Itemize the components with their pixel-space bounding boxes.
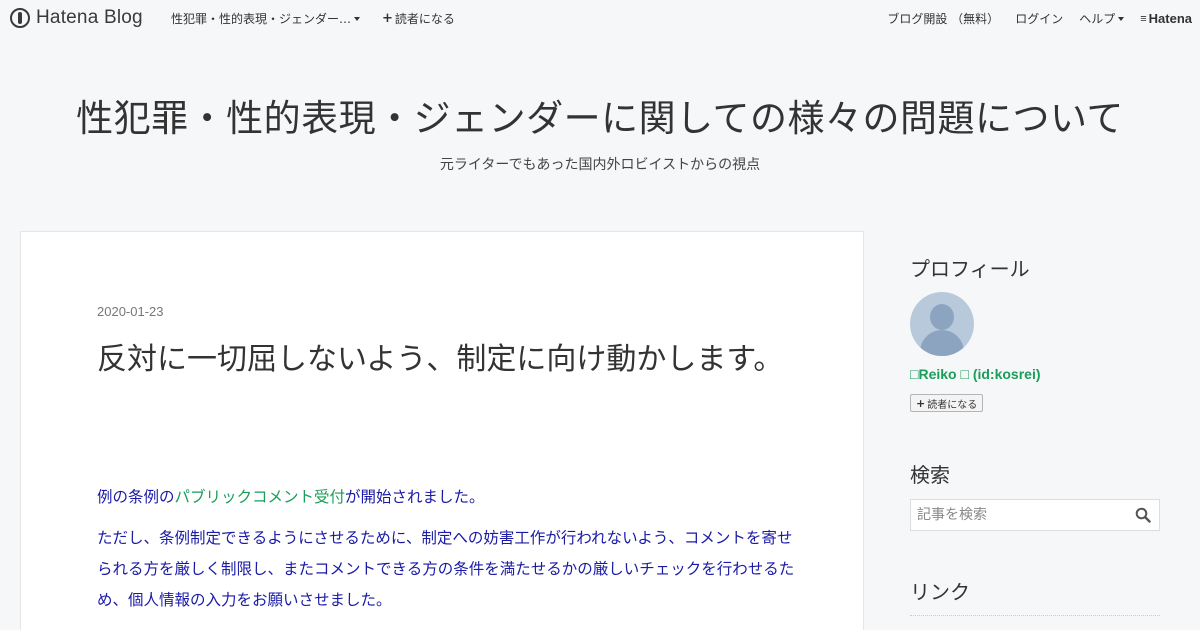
login-link[interactable]: ログイン: [1015, 10, 1063, 27]
plus-icon: +: [916, 396, 926, 410]
entry-title[interactable]: 反対に一切屈しないよう、制定に向け動かします。: [97, 336, 797, 384]
global-header: Hatena Blog 性犯罪・性的表現・ジェンダー… + 読者になる ブログ開…: [0, 0, 1200, 36]
paragraph-text: 例の条例の: [97, 488, 175, 506]
search-input[interactable]: [911, 500, 1131, 530]
links-heading: リンク: [910, 580, 970, 604]
paragraph-text: が開始されました。: [345, 488, 485, 506]
hatena-label: Hatena: [1148, 11, 1192, 26]
blog-description: 元ライターでもあった国内外ロビイストからの視点: [439, 157, 761, 173]
plus-icon: +: [382, 11, 393, 26]
blog-menu-label: 性犯罪・性的表現・ジェンダー…: [171, 12, 352, 26]
chevron-down-icon: [354, 16, 361, 21]
divider: [910, 615, 1160, 616]
entry-paragraph: 例の条例のパブリックコメント受付が開始されました。: [97, 482, 797, 513]
hatena-blog-logo-icon: [10, 8, 30, 28]
reader-button[interactable]: + 読者になる: [910, 394, 984, 412]
search-icon[interactable]: [1135, 507, 1151, 523]
search-heading: 検索: [910, 463, 950, 487]
public-comment-link[interactable]: パブリックコメント受付: [175, 488, 346, 506]
profile-name-link[interactable]: □Reiko □ (id:kosrei): [910, 366, 1041, 382]
sidebar: プロフィール □Reiko □ (id:kosrei) + 読者になる 検索 リ…: [892, 231, 1180, 630]
entry-content: 例の条例のパブリックコメント受付が開始されました。 ただし、条例制定できるように…: [97, 482, 797, 626]
search-form: [910, 499, 1160, 531]
reader-button-label: 読者になる: [927, 399, 978, 411]
avatar-body-shape: [920, 330, 964, 356]
open-blog-link[interactable]: ブログ開設 （無料）: [887, 10, 999, 27]
hatena-blog-logo[interactable]: Hatena Blog: [10, 7, 143, 29]
chevron-down-icon: [1118, 16, 1125, 21]
subscribe-button[interactable]: + 読者になる: [382, 10, 455, 27]
profile-heading: プロフィール: [910, 257, 1030, 281]
hatena-icon: ≡: [1140, 12, 1147, 25]
help-dropdown[interactable]: ヘルプ: [1079, 10, 1125, 27]
header-right-menu: ブログ開設 （無料） ログイン ヘルプ ≡ Hatena: [871, 10, 1192, 27]
avatar[interactable]: [910, 292, 974, 356]
subscribe-label: 読者になる: [394, 12, 455, 26]
entry-date[interactable]: 2020-01-23: [97, 304, 164, 319]
blog-title[interactable]: 性犯罪・性的表現・ジェンダーに関しての様々の問題について: [0, 88, 1200, 142]
blog-menu-dropdown[interactable]: 性犯罪・性的表現・ジェンダー…: [171, 10, 361, 27]
entry-article: 2020-01-23 反対に一切屈しないよう、制定に向け動かします。 例の条例の…: [20, 231, 864, 630]
entry-paragraph: ただし、条例制定できるようにさせるために、制定への妨害工作が行われないよう、コメ…: [97, 529, 795, 609]
logo-text: Hatena Blog: [36, 7, 143, 28]
avatar-head-shape: [930, 304, 954, 330]
help-label: ヘルプ: [1079, 12, 1116, 26]
hatena-menu[interactable]: ≡ Hatena: [1140, 11, 1192, 26]
